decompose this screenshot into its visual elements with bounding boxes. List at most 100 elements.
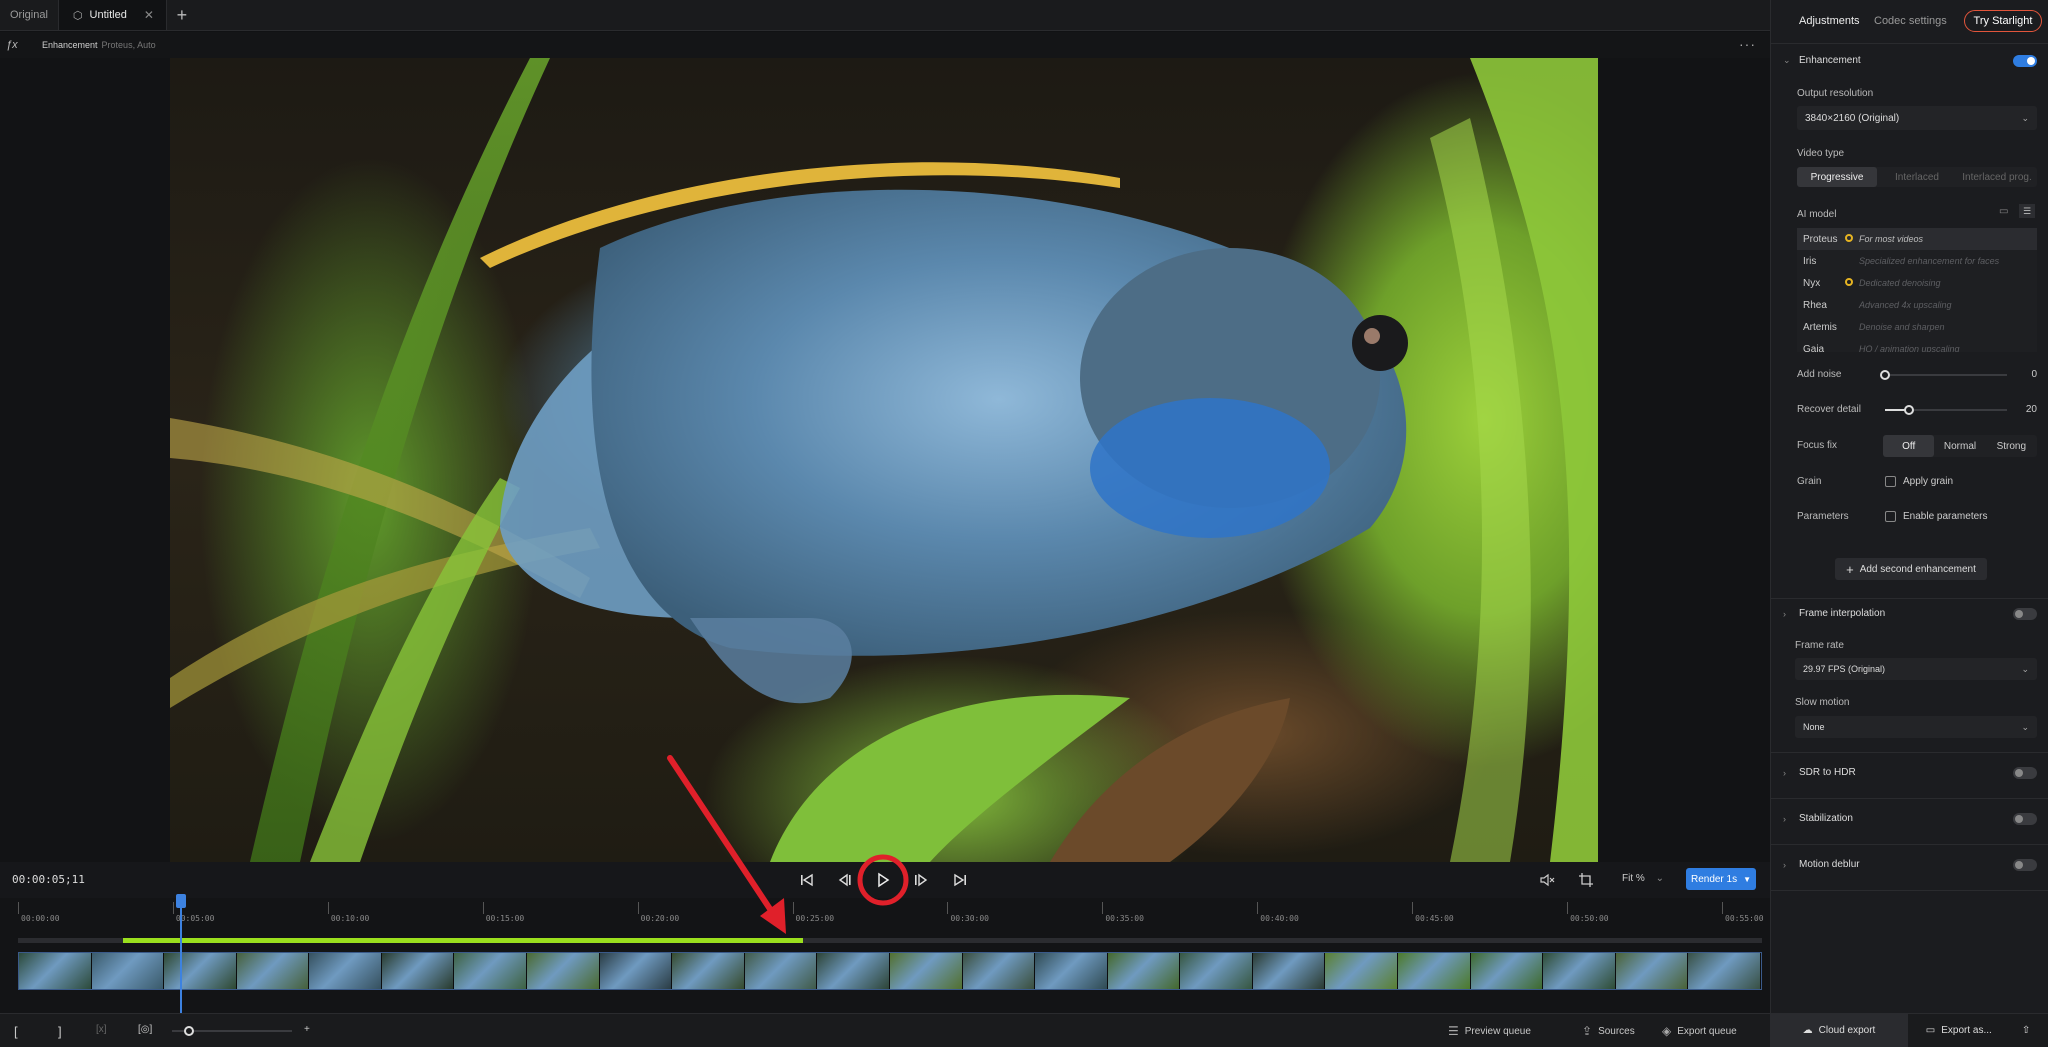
fx-icon[interactable]: ƒx	[6, 39, 30, 51]
set-out-point-button[interactable]: ]	[58, 1024, 62, 1039]
thumbnail-frame	[1688, 953, 1761, 989]
focus-fix-selector[interactable]: Off Normal Strong	[1883, 435, 2037, 457]
frame-rate-select[interactable]: 29.97 FPS (Original) ⌄	[1795, 658, 2037, 680]
export-as-label: Export as...	[1941, 1024, 1992, 1036]
crop-button[interactable]	[1575, 869, 1597, 891]
tab-original[interactable]: Original	[0, 0, 59, 30]
sdr-to-hdr-header[interactable]: › SDR to HDR	[1783, 766, 2037, 779]
tab-adjustments[interactable]: Adjustments	[1799, 15, 1860, 27]
ai-model-item[interactable]: Rhea Advanced 4x upscaling	[1797, 294, 2037, 316]
zoom-fit-select[interactable]: Fit % ⌄	[1622, 873, 1664, 884]
output-resolution-select[interactable]: 3840×2160 (Original) ⌄	[1797, 106, 2037, 130]
tab-codec-settings[interactable]: Codec settings	[1874, 15, 1947, 27]
render-progress-fill	[122, 938, 803, 943]
ai-model-description: Specialized enhancement for faces	[1859, 256, 2000, 266]
recover-detail-knob[interactable]	[1904, 405, 1915, 415]
skip-to-start-button[interactable]	[796, 869, 818, 891]
caret-down-icon[interactable]: ▼	[1743, 875, 1751, 884]
mute-button[interactable]	[1536, 869, 1558, 891]
thumbnail-strip[interactable]	[18, 952, 1762, 990]
set-in-point-button[interactable]: [	[14, 1024, 18, 1039]
timeline[interactable]: 00:00:00 00:05:00 00:10:00 00:15:00 00:20:00…	[0, 894, 1770, 1013]
ai-model-item[interactable]: Iris Specialized enhancement for faces	[1797, 250, 2037, 272]
enhancement-toggle[interactable]	[2013, 54, 2037, 67]
skip-to-end-button[interactable]	[949, 869, 971, 891]
more-options-icon[interactable]: ···	[1739, 36, 1756, 52]
chevron-down-icon: ⌄	[1783, 55, 1791, 65]
video-type-selector[interactable]: Progressive Interlaced Interlaced prog.	[1797, 167, 2037, 187]
thumbnail-frame	[1397, 953, 1471, 989]
apply-grain-label[interactable]: Apply grain	[1903, 476, 1953, 487]
zoom-in-icon[interactable]: +	[304, 1024, 310, 1035]
playhead[interactable]	[180, 898, 183, 1013]
video-type-interlaced[interactable]: Interlaced	[1877, 167, 1957, 187]
ruler-tick	[1412, 902, 1414, 914]
stabilization-toggle[interactable]	[2013, 812, 2037, 825]
queue-icon: ☰	[1448, 1024, 1459, 1038]
add-second-enhancement-button[interactable]: + Add second enhancement	[1835, 558, 1987, 580]
add-noise-slider[interactable]	[1880, 370, 2007, 380]
motion-deblur-header[interactable]: › Motion deblur	[1783, 858, 2037, 871]
slow-motion-label: Slow motion	[1795, 697, 1850, 708]
previous-frame-button[interactable]	[834, 869, 856, 891]
grid-view-icon[interactable]: ▭	[1999, 206, 2008, 217]
timeline-zoom-slider[interactable]	[172, 1026, 292, 1036]
focus-fix-off[interactable]: Off	[1883, 435, 1935, 457]
clear-range-button[interactable]: [x]	[96, 1024, 107, 1035]
next-frame-button[interactable]	[910, 869, 932, 891]
render-button[interactable]: Render 1s ▼	[1686, 868, 1756, 890]
apply-grain-checkbox[interactable]	[1885, 476, 1896, 487]
video-viewer[interactable]	[0, 58, 1770, 862]
snapshot-button[interactable]: [◎]	[138, 1024, 152, 1035]
ai-model-description: HQ / animation upscaling	[1859, 344, 1960, 352]
motion-deblur-toggle[interactable]	[2013, 858, 2037, 871]
sdr-to-hdr-toggle[interactable]	[2013, 766, 2037, 779]
ai-model-list[interactable]: Proteus For most videos Iris Specialized en…	[1797, 228, 2037, 352]
enhancement-section-title: Enhancement	[1799, 55, 1861, 66]
stabilization-header[interactable]: › Stabilization	[1783, 812, 2037, 825]
frame-interpolation-header[interactable]: › Frame interpolation	[1783, 607, 2037, 620]
add-noise-knob[interactable]	[1880, 370, 1890, 380]
ai-model-item[interactable]: Artemis Denoise and sharpen	[1797, 316, 2037, 338]
render-progress-track	[18, 938, 1762, 943]
cloud-export-button[interactable]: ☁ Cloud export	[1770, 1013, 1908, 1047]
enhancement-section-header[interactable]: ⌄ Enhancement	[1783, 54, 2037, 67]
ai-model-label: AI model	[1797, 209, 1837, 220]
play-button[interactable]	[872, 869, 894, 891]
tab-untitled-label: Untitled	[89, 9, 127, 21]
thumbnail-frame	[744, 953, 818, 989]
enable-parameters-label[interactable]: Enable parameters	[1903, 511, 1988, 522]
focus-fix-normal[interactable]: Normal	[1934, 435, 1985, 457]
enhancement-title: Enhancement	[42, 40, 98, 50]
sources-button[interactable]: ⇪ Sources	[1582, 1024, 1635, 1038]
ai-model-item[interactable]: Proteus For most videos	[1797, 228, 2037, 250]
preview-queue-button[interactable]: ☰ Preview queue	[1448, 1024, 1531, 1038]
ai-model-item[interactable]: Gaia HQ / animation upscaling	[1797, 338, 2037, 353]
close-icon[interactable]: ✕	[144, 8, 154, 22]
export-queue-button[interactable]: ◈ Export queue	[1662, 1024, 1737, 1038]
tab-untitled[interactable]: ⬡ Untitled ✕	[58, 0, 167, 30]
recover-detail-slider[interactable]	[1885, 405, 2007, 415]
grain-row: Grain Apply grain	[1797, 474, 2037, 490]
video-type-progressive[interactable]: Progressive	[1797, 167, 1877, 187]
list-view-icon[interactable]: ☰	[2019, 204, 2035, 218]
frame-interpolation-toggle[interactable]	[2013, 607, 2037, 620]
slow-motion-select[interactable]: None ⌄	[1795, 716, 2037, 738]
try-starlight-button[interactable]: Try Starlight	[1964, 10, 2042, 32]
ruler-tick	[18, 902, 19, 914]
ai-model-item[interactable]: Nyx Dedicated denoising	[1797, 272, 2037, 294]
video-type-interlaced-prog[interactable]: Interlaced prog.	[1957, 167, 2037, 187]
export-as-button[interactable]: ▭ Export as... ⇧	[1908, 1013, 2048, 1047]
zoom-slider-knob[interactable]	[184, 1026, 194, 1036]
timeline-ruler[interactable]: 00:00:00 00:05:00 00:10:00 00:15:00 00:20:00…	[18, 902, 1764, 924]
thumbnail-frame	[164, 953, 237, 989]
share-icon[interactable]: ⇧	[2022, 1025, 2030, 1036]
ai-model-name: Iris	[1803, 255, 1817, 267]
ai-model-description: For most videos	[1859, 234, 1924, 244]
focus-fix-strong[interactable]: Strong	[1986, 435, 2037, 457]
enable-parameters-checkbox[interactable]	[1885, 511, 1896, 522]
playhead-handle[interactable]	[176, 894, 187, 908]
thumbnail-frame	[236, 953, 310, 989]
ruler-tick-label: 00:50:00	[1570, 914, 1609, 923]
add-tab-button[interactable]: +	[167, 0, 197, 30]
